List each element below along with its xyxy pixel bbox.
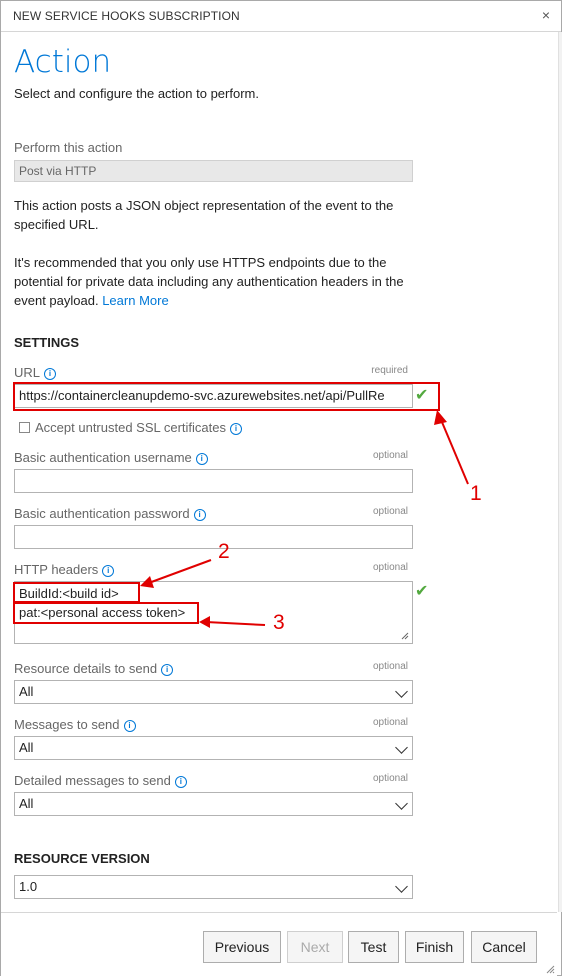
next-button[interactable]: Next <box>287 931 343 963</box>
dialog-content: Action Select and configure the action t… <box>1 32 557 912</box>
annotation-arrow-3 <box>205 621 266 626</box>
annotation-label-3: 3 <box>273 611 285 634</box>
title-bar: NEW SERVICE HOOKS SUBSCRIPTION × <box>1 1 561 32</box>
annotation-arrow-1 <box>438 414 469 485</box>
dialog-title: NEW SERVICE HOOKS SUBSCRIPTION <box>13 9 240 23</box>
service-hooks-dialog: NEW SERVICE HOOKS SUBSCRIPTION × Action … <box>0 0 562 976</box>
test-button[interactable]: Test <box>348 931 399 963</box>
annotation-label-2: 2 <box>218 540 230 563</box>
annotation-label-1: 1 <box>470 482 482 505</box>
annotation-arrow-2 <box>145 559 212 585</box>
close-icon[interactable]: × <box>542 7 550 23</box>
dialog-footer: Previous Next Test Finish Cancel <box>1 912 557 976</box>
finish-button[interactable]: Finish <box>405 931 464 963</box>
previous-button[interactable]: Previous <box>203 931 281 963</box>
annotation-arrowhead-1 <box>434 410 447 425</box>
annotation-arrowhead-3 <box>199 616 210 628</box>
scrollbar[interactable] <box>558 32 562 912</box>
annotation-arrows <box>140 410 469 628</box>
dialog-resize-grip-icon[interactable] <box>545 964 555 974</box>
cancel-button[interactable]: Cancel <box>471 931 537 963</box>
annotation-arrowhead-2 <box>140 576 154 588</box>
